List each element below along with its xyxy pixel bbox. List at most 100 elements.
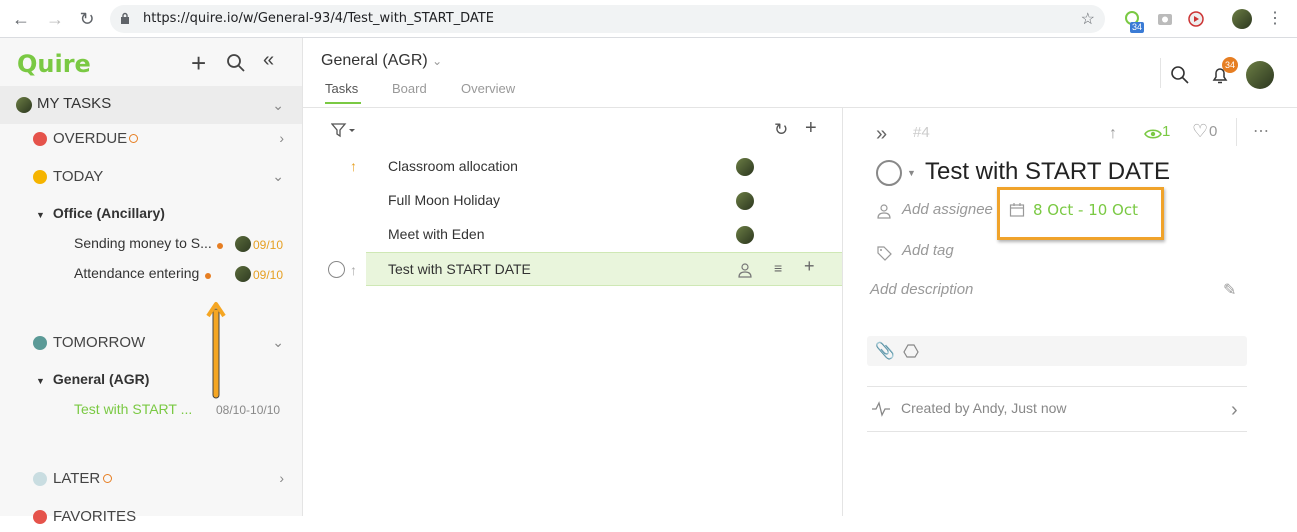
main-panel: General (AGR) ⌄ Tasks Board Overview 34 …: [303, 38, 1297, 516]
add-task-icon[interactable]: +: [805, 117, 817, 140]
subtasks-icon[interactable]: ≡: [774, 260, 782, 276]
add-description[interactable]: Add description: [870, 281, 973, 298]
task-title[interactable]: Test with START DATE: [925, 158, 1170, 186]
project-title[interactable]: General (AGR) ⌄: [321, 52, 442, 70]
assignee-icon: [877, 204, 891, 219]
assign-user-icon[interactable]: [737, 262, 753, 278]
status-dot: [205, 273, 211, 279]
camera-extension-icon[interactable]: [1156, 10, 1174, 28]
add-tag[interactable]: Add tag: [902, 242, 954, 259]
annotation-arrow-icon: [206, 302, 226, 399]
section-today[interactable]: TODAY ⌄: [0, 164, 302, 192]
list-item[interactable]: ↑ Classroom allocation: [350, 150, 842, 184]
forward-icon[interactable]: →: [44, 8, 66, 30]
browser-toolbar: ← → ↻ https://quire.io/w/General-93/4/Te…: [0, 0, 1297, 38]
group-general-agr[interactable]: ▼ General (AGR): [36, 371, 149, 387]
refresh-icon[interactable]: ↻: [774, 120, 788, 140]
date-range: 08/10-10/10: [216, 403, 281, 417]
search-icon[interactable]: [226, 53, 246, 73]
profile-avatar[interactable]: [1232, 9, 1252, 29]
my-avatar: [16, 97, 32, 113]
calendar-icon: [1009, 203, 1025, 217]
paperclip-icon[interactable]: 📎: [875, 341, 895, 361]
tab-board[interactable]: Board: [392, 81, 427, 96]
chevron-right-icon[interactable]: ›: [279, 470, 284, 486]
status-dot: [217, 243, 223, 249]
add-icon[interactable]: +: [191, 48, 206, 79]
media-extension-icon[interactable]: [1187, 10, 1205, 28]
add-assignee[interactable]: Add assignee: [902, 201, 993, 218]
task-id: #4: [913, 124, 930, 141]
chevron-down-icon[interactable]: ⌄: [272, 97, 284, 114]
reload-icon[interactable]: ↻: [76, 8, 98, 30]
today-dot: [33, 170, 47, 184]
priority-up-icon[interactable]: ↑: [1109, 125, 1117, 143]
created-info: Created by Andy, Just now: [901, 400, 1067, 416]
add-subtask-icon[interactable]: +: [804, 256, 815, 277]
priority-up-icon[interactable]: ↑: [350, 262, 357, 278]
date-range[interactable]: 8 Oct - 10 Oct: [1033, 201, 1138, 219]
divider: [867, 386, 1247, 387]
activity-icon: [872, 401, 890, 417]
overdue-indicator-icon: [129, 134, 138, 143]
address-bar[interactable]: https://quire.io/w/General-93/4/Test_wit…: [110, 5, 1105, 33]
chevron-down-icon[interactable]: ⌄: [272, 168, 284, 185]
today-label: TODAY: [53, 168, 104, 185]
section-overdue[interactable]: OVERDUE ›: [0, 126, 302, 154]
sidebar-task[interactable]: Sending money to S...: [74, 235, 212, 251]
tab-overview[interactable]: Overview: [461, 81, 515, 96]
overdue-dot: [33, 132, 47, 146]
task-name: Classroom allocation: [388, 158, 518, 174]
eye-icon[interactable]: [1144, 128, 1162, 140]
assignee-avatar: [235, 236, 251, 252]
chevron-right-icon[interactable]: ›: [1231, 399, 1238, 422]
sidebar: Quire + « MY TASKS ⌄ OVERDUE › TODAY ⌄ ▼…: [0, 38, 303, 525]
sidebar-task[interactable]: Attendance entering: [74, 265, 199, 281]
chevron-down-icon[interactable]: ⌄: [272, 334, 284, 351]
more-options-icon[interactable]: ⋯: [1253, 121, 1269, 141]
due-date: 09/10: [253, 268, 284, 282]
tab-tasks[interactable]: Tasks: [325, 81, 358, 96]
due-date: 09/10: [253, 238, 284, 252]
list-item[interactable]: Meet with Eden: [366, 218, 842, 252]
google-drive-icon[interactable]: [903, 343, 919, 359]
group-office-ancillary[interactable]: ▼ Office (Ancillary): [36, 205, 165, 221]
section-later[interactable]: LATER ›: [0, 466, 302, 494]
lock-icon: [121, 12, 129, 24]
expand-triangle-icon: ▼: [36, 210, 45, 220]
quire-logo[interactable]: Quire: [17, 50, 91, 78]
back-icon[interactable]: ←: [10, 8, 32, 30]
search-icon[interactable]: [1170, 65, 1190, 85]
filter-icon[interactable]: [331, 122, 359, 138]
close-panel-icon[interactable]: »: [876, 123, 887, 146]
bookmark-star-icon[interactable]: ☆: [1081, 9, 1095, 29]
list-item-selected[interactable]: Test with START DATE ≡ +: [366, 252, 842, 286]
my-tasks-header[interactable]: MY TASKS ⌄: [0, 86, 302, 124]
extension-badge: 34: [1130, 22, 1145, 33]
like-count: 0: [1209, 123, 1218, 140]
task-name: Meet with Eden: [388, 226, 485, 242]
sidebar-task-active[interactable]: Test with START ...: [74, 401, 192, 417]
collapse-sidebar-icon[interactable]: «: [263, 49, 274, 72]
chevron-down-icon[interactable]: ▼: [907, 168, 916, 178]
url-text: https://quire.io/w/General-93/4/Test_wit…: [143, 11, 494, 26]
watcher-count: 1: [1162, 123, 1171, 140]
menu-icon[interactable]: ⋮: [1264, 8, 1286, 30]
divider: [1160, 58, 1161, 88]
assignee-avatar: [235, 266, 251, 282]
section-tomorrow[interactable]: TOMORROW ⌄: [0, 330, 302, 358]
assignee-avatar: [736, 158, 754, 176]
section-favorites[interactable]: FAVORITES: [0, 504, 302, 532]
assignee-avatar: [736, 192, 754, 210]
favorites-heart-icon: [33, 510, 47, 524]
complete-checkbox[interactable]: [328, 261, 345, 278]
user-avatar[interactable]: [1246, 61, 1274, 89]
later-dot: [33, 472, 47, 486]
edit-pencil-icon[interactable]: ✎: [1223, 280, 1236, 300]
heart-icon[interactable]: ♡: [1192, 121, 1208, 142]
complete-checkbox[interactable]: [876, 160, 902, 186]
assignee-avatar: [736, 226, 754, 244]
chevron-down-icon[interactable]: ⌄: [432, 54, 442, 68]
chevron-right-icon[interactable]: ›: [279, 130, 284, 146]
list-item[interactable]: Full Moon Holiday: [366, 184, 842, 218]
